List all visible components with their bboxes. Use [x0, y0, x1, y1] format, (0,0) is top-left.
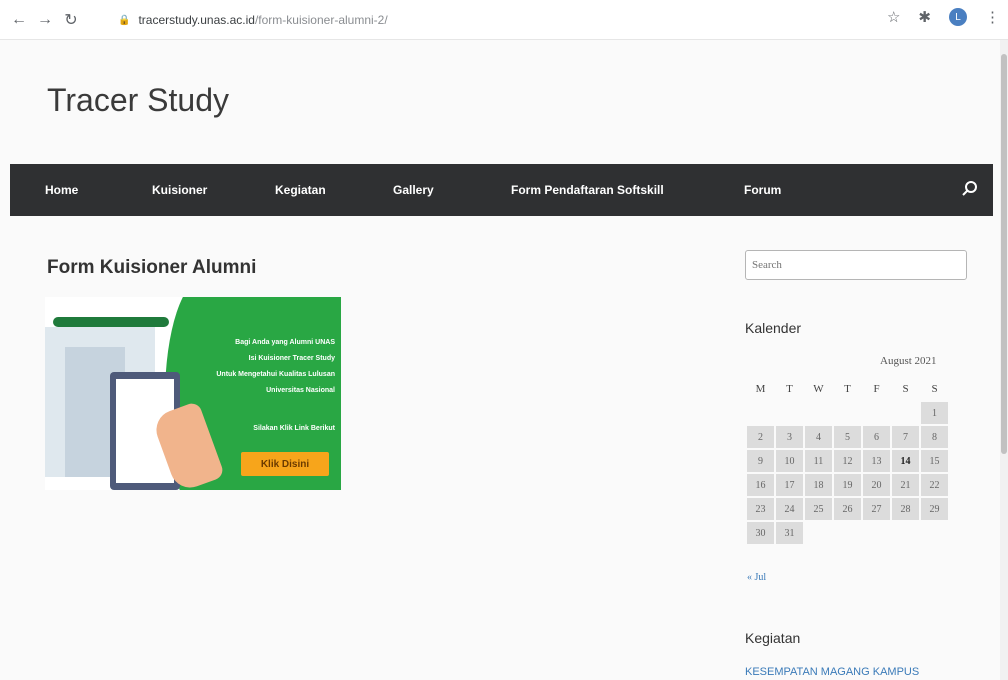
- calendar-day: 8: [921, 426, 948, 448]
- calendar-day: 25: [805, 498, 832, 520]
- banner-text-4: Universitas Nasional: [266, 387, 335, 394]
- calendar-day: 20: [863, 474, 890, 496]
- calendar-day: 13: [863, 450, 890, 472]
- calendar-day: 4: [805, 426, 832, 448]
- calendar-week-row: 2345678: [747, 426, 948, 448]
- lock-icon: 🔒: [118, 14, 131, 26]
- calendar-weekday: M: [755, 383, 766, 395]
- calendar-week-row: 30 31: [747, 522, 948, 544]
- kegiatan-link[interactable]: KESEMPATAN MAGANG KAMPUS: [745, 666, 919, 678]
- site-title[interactable]: Tracer Study: [47, 82, 229, 119]
- calendar-day: 11: [805, 450, 832, 472]
- url-path: /form-kuisioner-alumni-2/: [254, 13, 388, 27]
- calendar-day: 27: [863, 498, 890, 520]
- browser-toolbar: ← → ↻ 🔒 tracerstudy.unas.ac.id /form-kui…: [0, 0, 1008, 40]
- sidebar-search-input[interactable]: [745, 250, 967, 280]
- reload-icon[interactable]: ↻: [58, 7, 84, 33]
- calendar-day: 14: [892, 450, 919, 472]
- calendar-day: 31: [776, 522, 803, 544]
- profile-avatar[interactable]: L: [949, 8, 967, 26]
- calendar-day: 18: [805, 474, 832, 496]
- post-title: Form Kuisioner Alumni: [47, 257, 257, 278]
- back-arrow-icon[interactable]: ←: [6, 7, 32, 33]
- menu-item-kuisioner[interactable]: Kuisioner: [152, 183, 207, 197]
- calendar-empty-cell: [834, 402, 861, 424]
- calendar-empty-cell: [921, 522, 948, 544]
- calendar-day: 29: [921, 498, 948, 520]
- calendar-week-row: 16 17 18 19 20 21 22: [747, 474, 948, 496]
- menu-item-gallery[interactable]: Gallery: [393, 183, 434, 197]
- banner-text-2: Isi Kuisioner Tracer Study: [248, 355, 335, 362]
- calendar-day: 5: [834, 426, 861, 448]
- scrollbar-thumb[interactable]: [1001, 54, 1007, 454]
- klik-disini-button[interactable]: Klik Disini: [241, 452, 329, 476]
- calendar-empty-cell: [892, 402, 919, 424]
- calendar-empty-cell: [805, 522, 832, 544]
- calendar-day: 30: [747, 522, 774, 544]
- page: Tracer Study Home Kuisioner Kegiatan Gal…: [0, 40, 1000, 680]
- calendar-day: 28: [892, 498, 919, 520]
- kegiatan-heading: Kegiatan: [745, 630, 801, 646]
- calendar-day: 22: [921, 474, 948, 496]
- url-host: tracerstudy.unas.ac.id: [138, 13, 255, 27]
- calendar-week-row: 23 24 25 26 27 28 29: [747, 498, 948, 520]
- menu-item-forum[interactable]: Forum: [744, 183, 781, 197]
- calendar-day: 9: [747, 450, 774, 472]
- calendar-weekday: S: [931, 383, 938, 395]
- banner-text-3: Untuk Mengetahui Kualitas Lulusan: [216, 371, 335, 378]
- calendar-empty-cell: [747, 402, 774, 424]
- calendar-caption: August 2021: [880, 355, 937, 367]
- menu-item-kegiatan[interactable]: Kegiatan: [275, 183, 326, 197]
- star-icon[interactable]: ☆: [887, 8, 900, 26]
- calendar-empty-cell: [863, 402, 890, 424]
- kuisioner-banner-image[interactable]: Bagi Anda yang Alumni UNAS Isi Kuisioner…: [45, 297, 341, 490]
- calendar-table: MTWTFSS 1 2 3 4 5 6 7 8 9 10 11 12 13 14 15 16 17 18 19 20 2…: [745, 376, 950, 546]
- calendar-day: 26: [834, 498, 861, 520]
- calendar-empty-cell: [776, 402, 803, 424]
- calendar-day: 12: [834, 450, 861, 472]
- calendar-day: 7: [892, 426, 919, 448]
- calendar-weekday: T: [844, 383, 851, 395]
- calendar-day: 24: [776, 498, 803, 520]
- menu-item-home[interactable]: Home: [45, 183, 78, 197]
- calendar-empty-cell: [892, 522, 919, 544]
- calendar-day: 21: [892, 474, 919, 496]
- calendar-day: 1: [921, 402, 948, 424]
- calendar-week-row: 1: [747, 402, 948, 424]
- extensions-icon[interactable]: ✱: [918, 8, 931, 26]
- calendar-day: 23: [747, 498, 774, 520]
- banner-text-5: Silakan Klik Link Berikut: [253, 425, 335, 432]
- scrollbar[interactable]: [1000, 40, 1008, 680]
- calendar-weekday: F: [873, 383, 880, 395]
- calendar-week-row: 9 10 11 12 13 14 15: [747, 450, 948, 472]
- banner-text-1: Bagi Anda yang Alumni UNAS: [235, 339, 335, 346]
- calendar-prev-link[interactable]: « Jul: [747, 572, 766, 583]
- more-menu-icon[interactable]: ⋮: [985, 8, 1000, 26]
- calendar-day: 17: [776, 474, 803, 496]
- forward-arrow-icon[interactable]: →: [32, 7, 58, 33]
- search-icon[interactable]: [961, 180, 979, 198]
- calendar-empty-cell: [863, 522, 890, 544]
- menu-item-form-softskill[interactable]: Form Pendaftaran Softskill: [511, 183, 664, 197]
- calendar-day: 6: [863, 426, 890, 448]
- calendar-day: 3: [776, 426, 803, 448]
- calendar-day: 10: [776, 450, 803, 472]
- calendar-day: 2: [747, 426, 774, 448]
- calendar-heading: Kalender: [745, 320, 802, 336]
- calendar-weekday: S: [902, 383, 909, 395]
- calendar-weekday: T: [786, 383, 793, 395]
- banner-header-badge: [53, 317, 169, 327]
- calendar-weekday: W: [813, 383, 824, 395]
- calendar-day: 19: [834, 474, 861, 496]
- calendar-day: 15: [921, 450, 948, 472]
- main-menu: Home Kuisioner Kegiatan Gallery Form Pen…: [10, 164, 993, 216]
- calendar-empty-cell: [805, 402, 832, 424]
- calendar-day: 16: [747, 474, 774, 496]
- address-bar[interactable]: 🔒 tracerstudy.unas.ac.id /form-kuisioner…: [118, 10, 388, 30]
- calendar-empty-cell: [834, 522, 861, 544]
